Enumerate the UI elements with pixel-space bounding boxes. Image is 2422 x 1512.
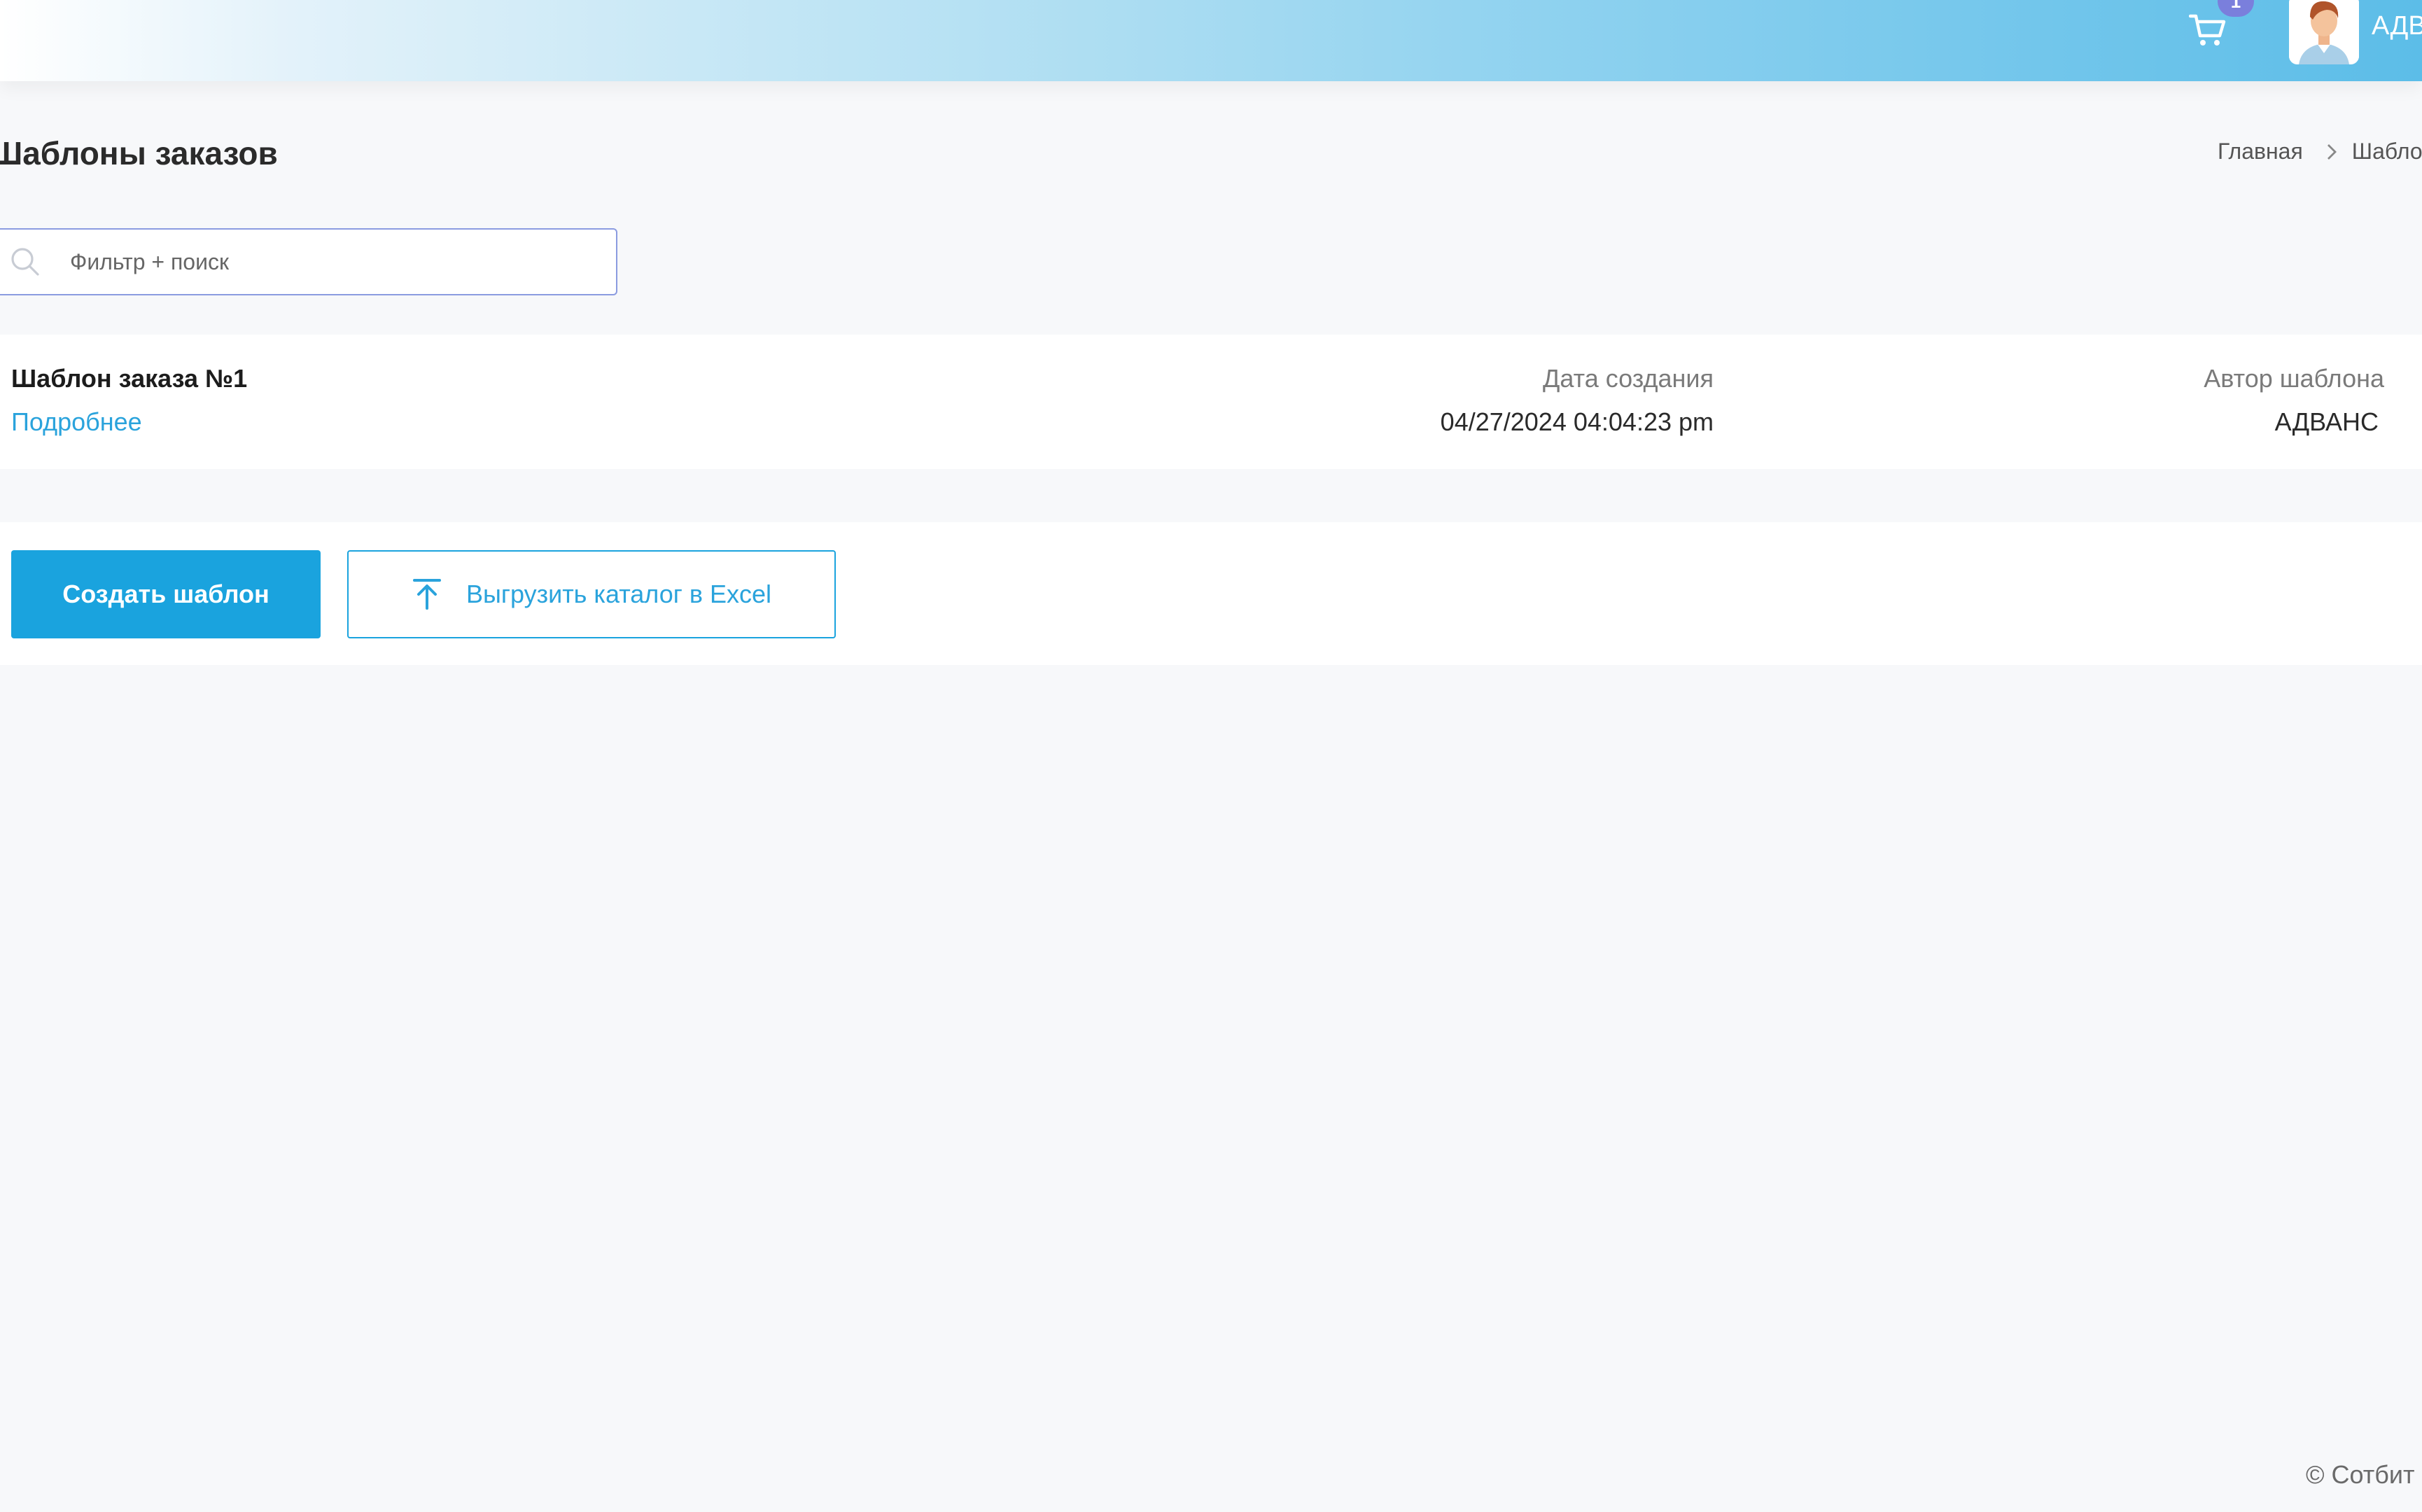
user-avatar-icon — [2289, 0, 2359, 64]
cart-button[interactable] — [2187, 10, 2229, 52]
search-box[interactable] — [0, 228, 617, 295]
export-excel-label: Выгрузить каталог в Excel — [465, 580, 772, 608]
footer-copyright: © Сотбит — [2306, 1460, 2415, 1489]
search-input[interactable] — [70, 248, 602, 275]
chevron-right-icon — [2327, 144, 2337, 160]
search-icon — [10, 246, 52, 277]
date-created-value: 04/27/2024 04:04:23 pm — [1440, 407, 1714, 436]
date-created-label: Дата создания — [1543, 364, 1714, 393]
breadcrumb-home-link[interactable]: Главная — [2218, 139, 2303, 164]
create-template-button[interactable]: Создать шаблон — [11, 550, 321, 638]
template-name: Шаблон заказа №1 — [11, 364, 248, 393]
template-author-value: АДВАНС — [2274, 407, 2379, 436]
user-avatar[interactable] — [2289, 0, 2359, 64]
export-excel-button[interactable]: Выгрузить каталог в Excel — [347, 550, 836, 638]
cart-icon — [2189, 14, 2226, 46]
template-details-link[interactable]: Подробнее — [11, 407, 142, 437]
user-name[interactable]: АДВАНС — [2372, 11, 2422, 41]
actions-panel: Создать шаблон Выгрузить каталог в Excel — [0, 522, 2422, 665]
page-title: Шаблоны заказов — [0, 135, 278, 172]
breadcrumb: Главная Шаблоны заказов — [2218, 139, 2422, 164]
breadcrumb-current: Шаблоны заказов — [2351, 139, 2422, 164]
template-author-label: Автор шаблона — [2204, 364, 2384, 393]
upload-icon — [412, 578, 442, 611]
template-card: Шаблон заказа №1 Подробнее Дата создания… — [0, 335, 2422, 469]
top-header: 1 АДВАНС — [0, 0, 2422, 81]
